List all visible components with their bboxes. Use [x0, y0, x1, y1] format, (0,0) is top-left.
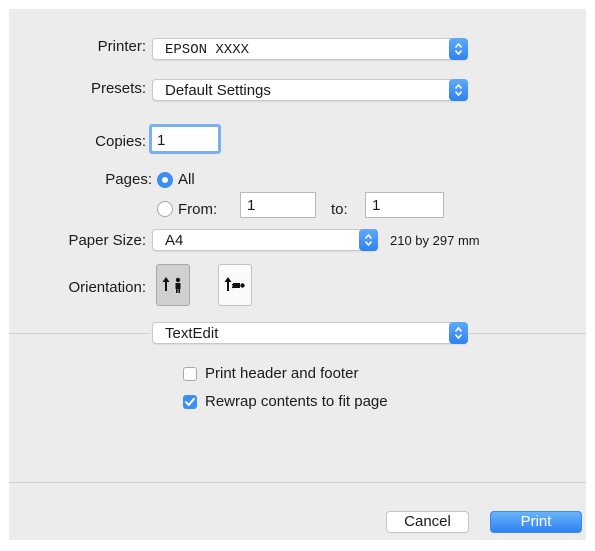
app-section-popup[interactable]: TextEdit	[152, 322, 468, 344]
pages-to-field[interactable]: 1	[365, 192, 444, 218]
presets-stepper-icon	[449, 79, 468, 101]
paper-size-value: A4	[165, 232, 184, 249]
landscape-orientation-icon	[224, 277, 245, 291]
portrait-orientation-icon	[162, 277, 181, 293]
app-section-stepper-icon	[449, 322, 468, 344]
printer-stepper-icon	[449, 38, 468, 60]
presets-popup[interactable]: Default Settings	[152, 79, 468, 101]
pages-from-field[interactable]: 1	[240, 192, 316, 218]
paper-size-popup[interactable]: A4	[152, 229, 378, 251]
rewrap-contents-checkbox[interactable]	[183, 395, 197, 409]
printer-label: Printer:	[97, 38, 146, 55]
paper-size-stepper-icon	[359, 229, 378, 251]
pages-to-label: to:	[331, 201, 348, 218]
presets-value: Default Settings	[165, 82, 271, 99]
copies-value: 1	[157, 132, 166, 149]
pages-all-label: All	[178, 171, 195, 188]
orientation-portrait-button[interactable]	[156, 264, 190, 306]
section-divider-right	[469, 333, 586, 334]
pages-label: Pages:	[105, 171, 152, 188]
checkmark-icon	[185, 397, 195, 406]
app-section-value: TextEdit	[165, 325, 219, 342]
printer-popup[interactable]: EPSON XXXX	[152, 38, 468, 60]
pages-all-radio[interactable]	[157, 172, 173, 188]
pages-from-label: From:	[178, 201, 218, 218]
section-divider	[9, 333, 150, 334]
presets-label: Presets:	[90, 80, 146, 97]
footer-divider	[9, 482, 586, 483]
print-header-footer-label: Print header and footer	[205, 365, 359, 382]
orientation-landscape-button[interactable]	[218, 264, 252, 306]
paper-size-dimensions: 210 by 297 mm	[390, 233, 480, 248]
pages-from-radio[interactable]	[157, 201, 173, 217]
orientation-label: Orientation:	[68, 279, 146, 296]
print-button[interactable]: Print	[490, 511, 582, 533]
copies-field[interactable]: 1	[149, 124, 221, 154]
print-header-footer-checkbox[interactable]	[183, 367, 197, 381]
copies-label: Copies:	[95, 133, 146, 150]
rewrap-contents-label: Rewrap contents to fit page	[205, 393, 388, 410]
printer-value: EPSON XXXX	[165, 42, 250, 58]
cancel-button[interactable]: Cancel	[386, 511, 469, 533]
print-dialog: Printer: EPSON XXXX Presets: Default Set…	[9, 9, 586, 540]
paper-size-label: Paper Size:	[68, 232, 146, 249]
pages-from-value: 1	[247, 197, 256, 214]
pages-to-value: 1	[372, 197, 381, 214]
